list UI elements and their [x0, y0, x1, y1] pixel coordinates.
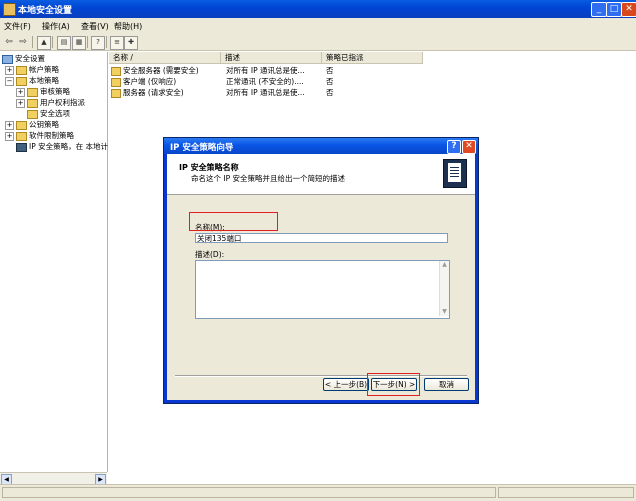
- policy-icon: [111, 88, 121, 98]
- forward-arrow-icon[interactable]: ⇨: [17, 36, 29, 48]
- folder-icon: [27, 109, 38, 119]
- back-arrow-icon[interactable]: ⇦: [3, 36, 15, 48]
- tree-item-security-settings[interactable]: 安全设置: [2, 54, 45, 64]
- folder-icon: [16, 76, 27, 86]
- status-cell: [2, 487, 496, 498]
- expand-icon[interactable]: +: [16, 98, 25, 108]
- menu-bar: 文件(F) 操作(A) 查看(V) 帮助(H): [0, 18, 636, 34]
- toolbar-separator: [106, 36, 107, 48]
- next-button[interactable]: 下一步(N) >: [371, 378, 417, 391]
- ip-security-icon: [16, 142, 27, 152]
- tree-item-account-policies[interactable]: + 帐户策略: [5, 65, 59, 75]
- tree-item-public-key-policies[interactable]: + 公钥策略: [5, 120, 59, 130]
- help-icon[interactable]: ?: [91, 36, 105, 50]
- folder-icon: [16, 131, 27, 141]
- tree-item-ip-security[interactable]: IP 安全策略，在 本地计: [16, 142, 108, 152]
- tree-horizontal-scrollbar[interactable]: ◀ ▶: [0, 472, 107, 485]
- toolbar-separator: [52, 36, 53, 48]
- expand-icon[interactable]: +: [5, 131, 14, 141]
- tree-item-audit-policy[interactable]: + 审核策略: [16, 87, 70, 97]
- window-title: 本地安全设置: [18, 6, 73, 16]
- tree-item-local-policies[interactable]: − 本地策略: [5, 76, 59, 86]
- folder-icon: [27, 87, 38, 97]
- collapse-icon[interactable]: −: [5, 76, 14, 86]
- column-header-assigned[interactable]: 策略已指派: [322, 52, 423, 64]
- status-cell: [498, 487, 634, 498]
- list-item[interactable]: 服务器 (请求安全) 对所有 IP 通讯总是使... 否: [109, 88, 449, 98]
- toolbar-separator: [32, 36, 33, 48]
- folder-icon: [16, 65, 27, 75]
- scroll-document-icon: [443, 159, 467, 188]
- expand-icon[interactable]: +: [16, 87, 25, 97]
- security-settings-icon: [2, 54, 13, 64]
- menu-help[interactable]: 帮助(H): [114, 21, 142, 32]
- toolbar-separator: [87, 36, 88, 48]
- description-scrollbar[interactable]: ▲ ▼: [439, 261, 449, 316]
- scroll-up-icon[interactable]: ▲: [440, 261, 449, 269]
- scroll-down-icon[interactable]: ▼: [440, 308, 449, 316]
- wizard-subheading: 命名这个 IP 安全策略并且给出一个简短的描述: [191, 174, 346, 183]
- expand-icon[interactable]: +: [5, 65, 14, 75]
- folder-icon: [16, 120, 27, 130]
- expand-icon[interactable]: +: [5, 120, 14, 130]
- name-label: 名称(M):: [195, 223, 225, 232]
- policy-icon: [111, 66, 121, 76]
- dialog-title: IP 安全策略向导: [170, 143, 234, 153]
- policy-icon: [111, 77, 121, 87]
- close-icon[interactable]: ✕: [621, 2, 636, 17]
- dialog-body: IP 安全策略名称 命名这个 IP 安全策略并且给出一个简短的描述 名称(M):…: [167, 154, 475, 400]
- column-header-description[interactable]: 描述: [221, 52, 322, 64]
- close-icon[interactable]: ✕: [462, 140, 476, 154]
- column-header-name[interactable]: 名称 /: [109, 52, 221, 64]
- dialog-separator: [175, 375, 467, 377]
- back-button[interactable]: < 上一步(B): [323, 378, 369, 391]
- policy-description-input[interactable]: ▲ ▼: [195, 260, 450, 319]
- tree-item-user-rights[interactable]: + 用户权利指派: [16, 98, 85, 108]
- menu-file[interactable]: 文件(F): [4, 21, 31, 32]
- list-item[interactable]: 客户端 (仅响应) 正常通讯 (不安全的).... 否: [109, 77, 449, 87]
- list-item[interactable]: 安全服务器 (需要安全) 对所有 IP 通讯总是使... 否: [109, 66, 449, 76]
- new-policy-icon[interactable]: ✚: [124, 36, 138, 50]
- description-label: 描述(D):: [195, 250, 225, 259]
- cancel-button[interactable]: 取消: [424, 378, 469, 391]
- menu-action[interactable]: 操作(A): [42, 21, 70, 32]
- maximize-icon[interactable]: □: [606, 2, 622, 17]
- folder-icon: [27, 98, 38, 108]
- tree-pane: 安全设置 + 帐户策略 − 本地策略 + 审核策略 + 用户权利指派 安全选项 + 公钥策…: [0, 52, 108, 472]
- help-icon[interactable]: ?: [447, 140, 461, 154]
- ip-security-policy-wizard: IP 安全策略向导 ? ✕ IP 安全策略名称 命名这个 IP 安全策略并且给出…: [163, 137, 479, 404]
- tree-item-security-options[interactable]: 安全选项: [27, 109, 70, 119]
- wizard-header: IP 安全策略名称 命名这个 IP 安全策略并且给出一个简短的描述: [167, 154, 475, 195]
- properties-icon[interactable]: ▤: [57, 36, 71, 50]
- window-titlebar: 本地安全设置 _ □ ✕: [0, 0, 636, 18]
- toolbar: ⇦ ⇨ ▲ ▤ ▦ ? ≡ ✚: [0, 34, 636, 51]
- minimize-icon[interactable]: _: [591, 2, 607, 17]
- status-bar: [0, 484, 636, 501]
- export-list-icon[interactable]: ▦: [72, 36, 86, 50]
- policy-name-input[interactable]: 关闭135端口: [195, 233, 448, 243]
- dialog-titlebar: IP 安全策略向导 ? ✕: [164, 138, 478, 154]
- policy-icon[interactable]: ≡: [110, 36, 124, 50]
- up-folder-icon[interactable]: ▲: [37, 36, 51, 50]
- tree-item-software-restriction[interactable]: + 软件限制策略: [5, 131, 74, 141]
- menu-view[interactable]: 查看(V): [81, 21, 109, 32]
- app-icon: [3, 3, 16, 16]
- wizard-heading: IP 安全策略名称: [179, 163, 239, 172]
